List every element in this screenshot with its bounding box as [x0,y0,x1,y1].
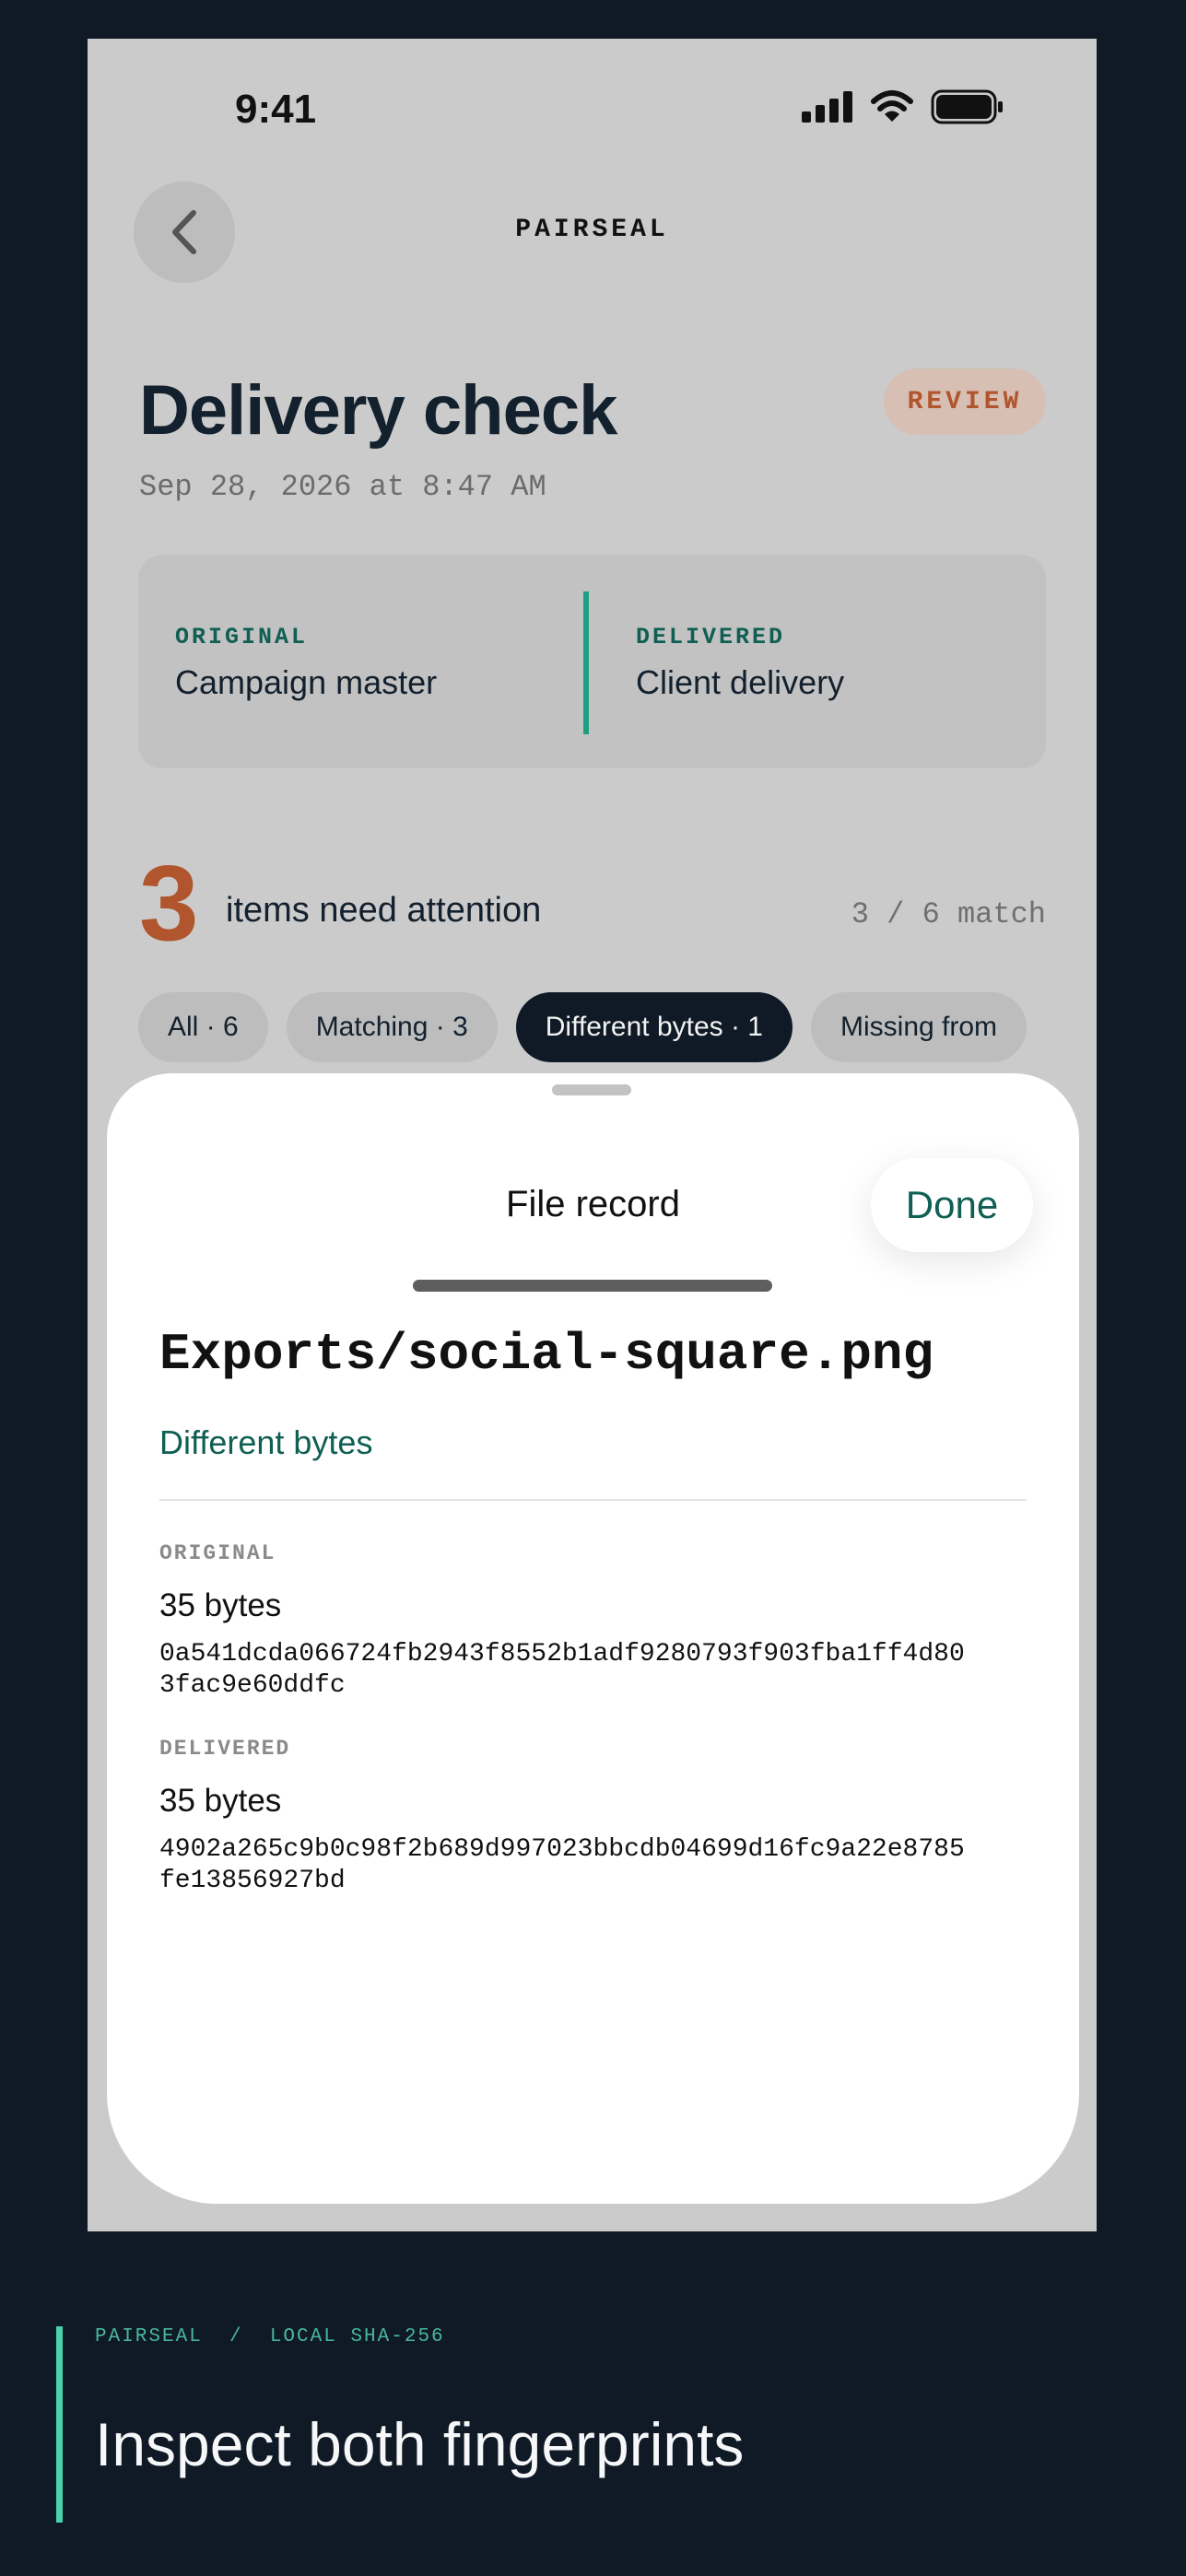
check-date: Sep 28, 2026 at 8:47 AM [139,470,546,504]
sheet-divider [159,1499,1027,1501]
original-size: 35 bytes [159,1587,282,1623]
caption-title: Inspect both fingerprints [95,2410,745,2478]
delivered-label: DELIVERED [636,624,786,650]
filter-chip-missing[interactable]: Missing from [811,992,1027,1062]
filter-chips: All · 6 Matching · 3 Different bytes · 1… [138,992,1046,1064]
delivered-record: DELIVERED 35 bytes 4902a265c9b0c98f2b689… [159,1737,1044,1897]
match-count: 3 / 6 match [851,897,1046,931]
attention-label: items need attention [226,891,542,930]
original-record: ORIGINAL 35 bytes 0a541dcda066724fb2943f… [159,1541,1044,1702]
original-hash: 0a541dcda066724fb2943f8552b1adf9280793f9… [159,1639,1044,1702]
original-hash-value: 0a541dcda066724fb2943f8552b1adf9280793f9… [159,1640,965,1700]
file-path: Exports/social-square.png [159,1325,934,1384]
original-record-label: ORIGINAL [159,1541,276,1565]
attention-count: 3 [139,843,199,963]
sheet-grabber[interactable] [552,1084,631,1095]
wifi-icon [871,90,913,122]
cellular-signal-icon [802,91,852,123]
page-title: Delivery check [139,371,617,450]
breadcrumb: PAIRSEAL / LOCAL SHA-256 [95,2326,445,2348]
phone-screen: 9:41 PAIRSEAL Delivery check REVIEW Sep … [88,39,1097,2231]
status-time: 9:41 [235,87,317,132]
home-indicator[interactable] [413,1280,772,1292]
original-source: ORIGINAL Campaign master [175,624,437,702]
original-label: ORIGINAL [175,624,309,650]
delivered-name: Client delivery [636,663,845,701]
file-record-sheet: File record Done Exports/social-square.p… [107,1073,1079,2204]
filter-chip-different-bytes[interactable]: Different bytes · 1 [515,992,793,1062]
app-title: PAIRSEAL [515,216,669,244]
comparison-divider [583,591,589,734]
delivered-size: 35 bytes [159,1783,282,1819]
done-button[interactable]: Done [871,1158,1033,1252]
filter-chip-all[interactable]: All · 6 [138,992,268,1062]
original-name: Campaign master [175,663,438,701]
file-status: Different bytes [159,1423,373,1461]
delivered-record-label: DELIVERED [159,1737,291,1761]
status-badge: REVIEW [884,369,1046,435]
filter-chip-matching[interactable]: Matching · 3 [286,992,498,1062]
caption-accent-bar [56,2326,63,2523]
status-icons [802,89,1004,124]
delivered-hash-value: 4902a265c9b0c98f2b689d997023bbcdb04699d1… [159,1835,965,1895]
delivered-source: DELIVERED Client delivery [636,624,844,702]
battery-icon [931,89,1003,124]
delivered-hash: 4902a265c9b0c98f2b689d997023bbcdb04699d1… [159,1834,1044,1897]
comparison-card: ORIGINAL Campaign master DELIVERED Clien… [138,555,1046,768]
